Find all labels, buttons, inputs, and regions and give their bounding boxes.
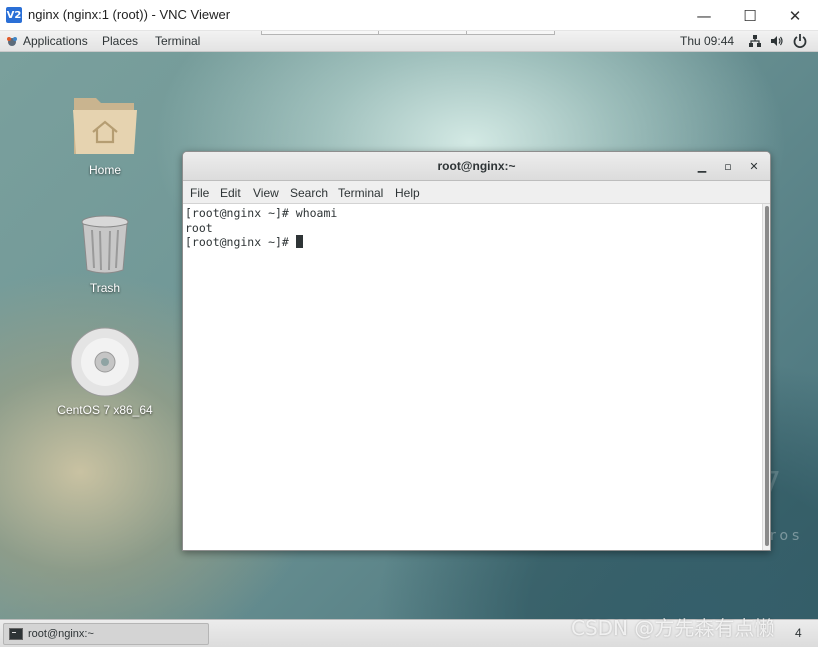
close-button[interactable]: ✕ <box>772 0 818 31</box>
volume-icon[interactable] <box>770 34 784 48</box>
cd-icon <box>70 327 140 397</box>
power-icon[interactable] <box>793 33 807 49</box>
terminal-prompt-line: [root@nginx ~]# <box>185 235 762 250</box>
applications-icon <box>7 37 17 46</box>
menu-view[interactable]: View <box>253 186 279 200</box>
centos-brand-text: ros <box>770 528 804 544</box>
terminal-line: root <box>185 220 213 235</box>
terminal-output[interactable]: [root@nginx ~]# whoami root [root@nginx … <box>183 204 762 550</box>
terminal-line: [root@nginx ~]# whoami <box>185 206 338 220</box>
terminal-minimize-button[interactable]: ▁ <box>694 158 710 174</box>
desktop-icon-centos-media[interactable]: CentOS 7 x86_64 <box>48 326 162 417</box>
gnome-top-panel: Applications Places Terminal Thu 09:44 <box>0 31 818 52</box>
vnc-toolbar-handle[interactable] <box>261 31 555 35</box>
desktop-icon-label: CentOS 7 x86_64 <box>57 403 153 417</box>
network-icon[interactable] <box>748 34 762 48</box>
vnc-titlebar: V2 nginx (nginx:1 (root)) - VNC Viewer —… <box>0 0 818 31</box>
desktop-icon-label: Home <box>88 163 121 177</box>
terminal-title: root@nginx:~ <box>437 159 516 173</box>
terminal-close-button[interactable]: ✕ <box>746 158 762 174</box>
applications-menu[interactable]: Applications <box>23 34 88 48</box>
terminal-scrollbar[interactable] <box>762 204 770 550</box>
desktop-icon-trash[interactable]: Trash <box>60 214 150 295</box>
minimize-button[interactable]: — <box>681 0 727 31</box>
window-title: nginx (nginx:1 (root)) - VNC Viewer <box>28 7 231 22</box>
terminal-window[interactable]: root@nginx:~ ▁ ▫ ✕ File Edit View Search… <box>182 151 771 551</box>
terminal-icon <box>9 628 23 640</box>
scrollbar-thumb[interactable] <box>765 206 769 546</box>
menu-edit[interactable]: Edit <box>220 186 241 200</box>
trash-icon <box>81 215 129 274</box>
csdn-watermark: CSDN @方先森有点懒 <box>571 616 775 640</box>
terminal-prompt: [root@nginx ~]# <box>185 235 296 249</box>
maximize-button[interactable]: ☐ <box>727 0 773 31</box>
menu-file[interactable]: File <box>190 186 209 200</box>
workspace-indicator[interactable]: 4 <box>795 626 802 640</box>
places-menu[interactable]: Places <box>102 34 138 48</box>
home-folder-icon <box>73 98 137 154</box>
menu-terminal[interactable]: Terminal <box>338 186 383 200</box>
taskbar-item-label: root@nginx:~ <box>28 628 94 640</box>
desktop-icon-label: Trash <box>89 281 121 295</box>
desktop-icon-home[interactable]: Home <box>60 88 150 177</box>
terminal-menubar: File Edit View Search Terminal Help <box>183 181 770 204</box>
terminal-titlebar[interactable]: root@nginx:~ ▁ ▫ ✕ <box>183 152 770 181</box>
terminal-maximize-button[interactable]: ▫ <box>720 158 736 174</box>
vnc-logo-icon: V2 <box>6 7 22 23</box>
menu-search[interactable]: Search <box>290 186 328 200</box>
terminal-app-menu[interactable]: Terminal <box>155 34 200 48</box>
taskbar-item-terminal[interactable]: root@nginx:~ <box>3 623 209 645</box>
terminal-cursor <box>295 235 303 248</box>
menu-help[interactable]: Help <box>395 186 420 200</box>
clock[interactable]: Thu 09:44 <box>680 34 734 48</box>
